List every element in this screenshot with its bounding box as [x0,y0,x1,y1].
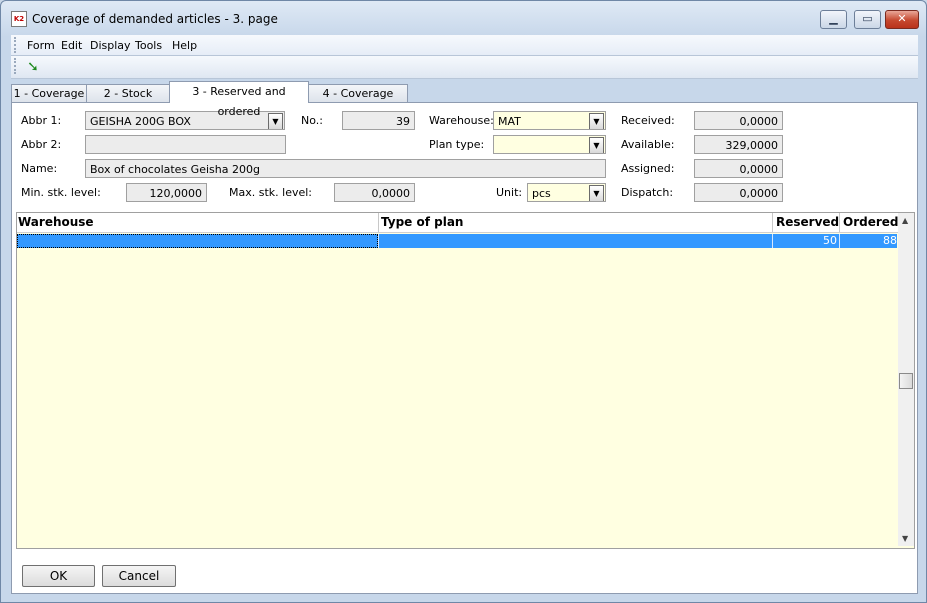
received-label: Received: [621,114,675,127]
min-stock-field[interactable]: 120,0000 [126,183,207,202]
menu-edit[interactable]: Edit [61,39,82,52]
cell-ordered[interactable]: 88 [840,234,897,248]
maximize-icon: ▭ [862,12,873,25]
name-label: Name: [21,162,58,175]
warehouse-label: Warehouse: [429,114,494,127]
warehouse-value: MAT [498,115,521,128]
chevron-down-icon[interactable]: ▼ [268,113,283,129]
ok-button[interactable]: OK [22,565,95,587]
max-stock-field[interactable]: 0,0000 [334,183,415,202]
assigned-field[interactable]: 0,0000 [694,159,783,178]
cell-reserved[interactable]: 50 [773,234,837,248]
menu-grip [14,37,18,53]
toolbar-grip [14,58,18,74]
received-field[interactable]: 0,0000 [694,111,783,130]
plan-type-label: Plan type: [429,138,485,151]
unit-value: pcs [532,187,551,200]
cell-warehouse[interactable] [17,234,378,248]
chevron-down-icon[interactable]: ▼ [589,137,604,153]
maximize-button[interactable]: ▭ [854,10,881,29]
grid-header: Warehouse Type of plan Reserved Ordered [17,213,901,233]
unit-label: Unit: [496,186,523,199]
dispatch-label: Dispatch: [621,186,674,199]
plan-type-select[interactable]: ▼ [493,135,606,154]
menu-display[interactable]: Display [90,39,131,52]
main-window: K2 Coverage of demanded articles - 3. pa… [0,0,927,603]
abbr1-value: GEISHA 200G BOX [90,115,191,128]
minimize-button[interactable]: ▁ [820,10,847,29]
vertical-scrollbar[interactable]: ▲ ▼ [898,213,914,546]
tab-stock-levels[interactable]: 2 - Stock levels [86,84,170,117]
abbr2-label: Abbr 2: [21,138,62,151]
chevron-down-icon[interactable]: ▼ [589,185,604,201]
green-arrow-run-icon[interactable]: ➘ [25,59,41,75]
cell-type-of-plan[interactable] [379,234,772,248]
cancel-button[interactable]: Cancel [102,565,176,587]
toolbar: ➘ [11,56,918,79]
title-bar[interactable]: K2 Coverage of demanded articles - 3. pa… [1,1,926,35]
table-row[interactable]: 50 88 [17,234,897,248]
no-label: No.: [301,114,323,127]
warehouse-select[interactable]: MAT ▼ [493,111,606,130]
abbr2-field[interactable] [85,135,286,154]
unit-select[interactable]: pcs ▼ [527,183,606,202]
scroll-thumb[interactable] [899,373,913,389]
name-field[interactable]: Box of chocolates Geisha 200g [85,159,606,178]
col-divider[interactable] [772,213,773,232]
col-header-type-of-plan[interactable]: Type of plan [381,215,463,229]
available-field[interactable]: 329,0000 [694,135,783,154]
tab-coverage-chart[interactable]: 4 - Coverage chart [308,84,408,117]
minimize-icon: ▁ [829,12,838,25]
col-header-warehouse[interactable]: Warehouse [18,215,94,229]
col-divider[interactable] [839,213,840,232]
scroll-up-icon[interactable]: ▲ [902,216,908,225]
menu-form[interactable]: Form [27,39,55,52]
menu-tools[interactable]: Tools [135,39,162,52]
scroll-down-icon[interactable]: ▼ [902,534,908,543]
close-icon: ✕ [897,12,907,25]
assigned-label: Assigned: [621,162,675,175]
available-label: Available: [621,138,675,151]
tab-reserved-ordered[interactable]: 3 - Reserved and ordered [169,81,309,118]
max-stock-label: Max. stk. level: [229,186,313,199]
menu-help[interactable]: Help [172,39,197,52]
no-field[interactable]: 39 [342,111,415,130]
min-stock-label: Min. stk. level: [21,186,101,199]
chevron-down-icon[interactable]: ▼ [589,113,604,129]
col-header-ordered[interactable]: Ordered [843,215,899,229]
tab-panel: Abbr 1: GEISHA 200G BOX ▼ Abbr 2: Name: … [11,102,918,594]
col-divider[interactable] [378,213,379,232]
col-header-reserved[interactable]: Reserved [776,215,839,229]
window-title: Coverage of demanded articles - 3. page [32,12,278,26]
tab-strip: 1 - Coverage 2 - Stock levels 3 - Reserv… [11,81,918,118]
dispatch-field[interactable]: 0,0000 [694,183,783,202]
abbr1-label: Abbr 1: [21,114,62,127]
tab-coverage[interactable]: 1 - Coverage [11,84,87,102]
close-button[interactable]: ✕ [885,10,919,29]
menu-bar: Form Edit Display Tools Help [11,35,918,56]
app-icon: K2 [11,11,27,27]
reservations-grid[interactable]: Warehouse Type of plan Reserved Ordered … [16,212,915,549]
